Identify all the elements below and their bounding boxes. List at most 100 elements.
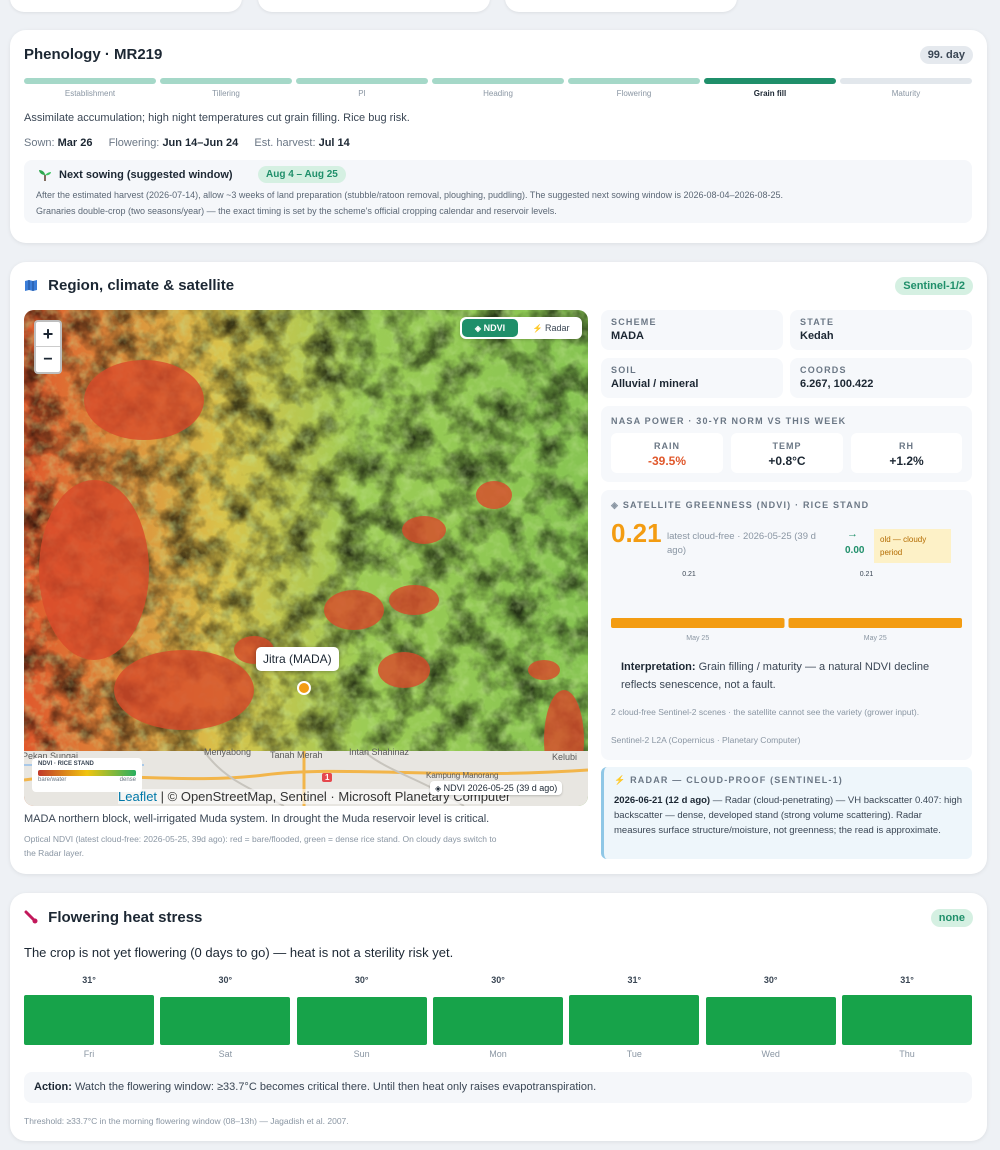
- climate-panel: NASA POWER · 30-YR NORM VS THIS WEEK RAI…: [601, 406, 972, 482]
- sowing-window-badge: Aug 4 – Aug 25: [258, 166, 346, 183]
- location-marker[interactable]: [297, 681, 311, 695]
- radar-icon: ⚡: [614, 775, 627, 785]
- heat-day-temp: 30°: [763, 975, 778, 985]
- stage-bar: [296, 78, 428, 84]
- place-label-4: Kelubi: [552, 752, 578, 762]
- heat-title: Flowering heat stress: [48, 909, 203, 926]
- stage-0: Establishment: [24, 78, 156, 98]
- region-card: Region, climate & satellite Sentinel-1/2: [10, 262, 987, 874]
- stage-label: Grain fill: [753, 89, 787, 98]
- leaflet-link[interactable]: Leaflet: [118, 789, 157, 804]
- stage-4: Flowering: [568, 78, 700, 98]
- coords-value: 6.267, 100.422: [800, 378, 874, 390]
- layer-ndvi-label: NDVI: [483, 323, 506, 333]
- flowering-value: Jun 14–Jun 24: [162, 137, 239, 149]
- location-popup[interactable]: Jitra (MADA): [256, 647, 339, 671]
- stage-label: PI: [358, 89, 366, 98]
- next-sowing-box: Next sowing (suggested window) Aug 4 – A…: [24, 160, 972, 223]
- radar-date: 2026-06-21 (12 d ago): [614, 795, 711, 806]
- ndvi-bar-date: May 25: [686, 635, 709, 642]
- layer-radar-button[interactable]: ⚡ Radar: [522, 319, 580, 337]
- heat-day-label: Sun: [353, 1049, 370, 1059]
- ndvi-legend: NDVI · RICE STAND bare/water dense: [32, 758, 142, 792]
- zoom-out-button[interactable]: −: [36, 347, 60, 372]
- satellite-icon: ◈: [474, 324, 482, 333]
- stage-bar: [840, 78, 972, 84]
- heat-day-temp: 31°: [900, 975, 914, 985]
- heat-day-column: 31° Tue: [569, 975, 700, 1065]
- heat-day-bar: [705, 996, 836, 1045]
- ndvi-value: 0.21: [611, 518, 662, 548]
- temp-value: +0.8°C: [768, 454, 806, 468]
- heat-day-label: Wed: [761, 1049, 780, 1059]
- scheme-tile: SCHEME MADA: [601, 310, 783, 350]
- ndvi-map[interactable]: Pekan Sungai Menyabong Tanah Merah Intan…: [24, 310, 588, 806]
- stage-6: Maturity: [840, 78, 972, 98]
- sown-value: Mar 26: [57, 137, 93, 149]
- rh-tile: RH +1.2%: [851, 433, 962, 473]
- harvest-value: Jul 14: [318, 137, 350, 149]
- next-sowing-line2: Granaries double-crop (two seasons/year)…: [36, 206, 557, 216]
- heat-day-temp: 30°: [218, 975, 233, 985]
- ndvi-map-raster: [24, 310, 588, 806]
- day-badge: 99. day: [919, 46, 973, 64]
- layer-ndvi-button[interactable]: ◈ NDVI: [462, 319, 518, 337]
- radar-title: RADAR — CLOUD-PROOF (SENTINEL-1): [630, 775, 844, 785]
- heat-day-temp: 31°: [627, 975, 642, 985]
- heat-card: Flowering heat stress none The crop is n…: [10, 893, 987, 1141]
- heat-day-column: 31° Thu: [842, 975, 972, 1065]
- action-box: Action: Watch the flowering window: ≥33.…: [24, 1072, 972, 1103]
- soil-tile: SOIL Alluvial / mineral: [601, 358, 783, 398]
- heat-badge: none: [930, 909, 973, 927]
- heat-summary: The crop is not yet flowering (0 days to…: [24, 945, 454, 960]
- state-tile: STATE Kedah: [790, 310, 972, 350]
- ndvi-bar-value: 0.21: [682, 571, 696, 578]
- dates-row: Sown: Mar 26 Flowering: Jun 14–Jun 24 Es…: [24, 137, 350, 149]
- top-card-2: [258, 0, 490, 12]
- legend-high: dense: [119, 777, 136, 783]
- stage-bar: [24, 78, 156, 84]
- heat-day-bar: [842, 995, 972, 1045]
- stage-bar: [568, 78, 700, 84]
- legend-title: NDVI · RICE STAND: [38, 761, 94, 767]
- soil-value: Alluvial / mineral: [611, 378, 699, 390]
- ndvi-bar-value: 0.21: [860, 571, 874, 578]
- scheme-value: MADA: [611, 330, 644, 342]
- heat-day-label: Mon: [489, 1049, 507, 1059]
- heat-day-bar: [569, 995, 700, 1045]
- interpretation-label: Interpretation:: [621, 661, 696, 673]
- rh-value: +1.2%: [889, 454, 924, 468]
- region-title: Region, climate & satellite: [48, 277, 235, 294]
- radar-body: 2026-06-21 (12 d ago) — Radar (cloud-pen…: [614, 793, 964, 838]
- top-card-3: [505, 0, 737, 12]
- stale-warning: old — cloudy period: [874, 529, 951, 563]
- place-label-3: Intan Shahinaz: [349, 747, 410, 757]
- radar-icon: ⚡: [532, 324, 543, 333]
- layer-toggle: ◈ NDVI ⚡ Radar: [460, 317, 582, 339]
- phenology-title: Phenology · MR219: [24, 46, 163, 63]
- ndvi-date-text: NDVI 2026-05-25 (39 d ago): [443, 783, 558, 793]
- map-note-2: the Radar layer.: [24, 848, 85, 858]
- stage-label: Flowering: [616, 89, 652, 98]
- road-marker: 1: [322, 773, 333, 782]
- action-text: Watch the flowering window: ≥33.7°C beco…: [71, 1081, 597, 1093]
- zoom-control: + −: [34, 320, 62, 374]
- heat-day-label: Fri: [83, 1049, 95, 1059]
- ndvi-delta: 0.00: [845, 545, 865, 556]
- stage-1: Tillering: [160, 78, 292, 98]
- heat-day-bar: [433, 996, 563, 1045]
- soil-label: SOIL: [611, 365, 637, 375]
- satellite-icon: ◈: [435, 784, 442, 793]
- stage-3: Heading: [432, 78, 564, 98]
- heat-day-bar: [24, 995, 154, 1045]
- stage-label: Tillering: [212, 89, 240, 98]
- scheme-label: SCHEME: [611, 317, 657, 327]
- heat-day-bar: [160, 996, 291, 1045]
- heat-day-column: 30° Sat: [160, 975, 291, 1065]
- sown-label: Sown:: [24, 137, 55, 149]
- ndvi-date-stamp: ◈ NDVI 2026-05-25 (39 d ago): [430, 781, 563, 795]
- top-card-1: [10, 0, 242, 12]
- stage-bar: [432, 78, 564, 84]
- stage-label: Heading: [483, 89, 513, 98]
- zoom-in-button[interactable]: +: [36, 322, 60, 347]
